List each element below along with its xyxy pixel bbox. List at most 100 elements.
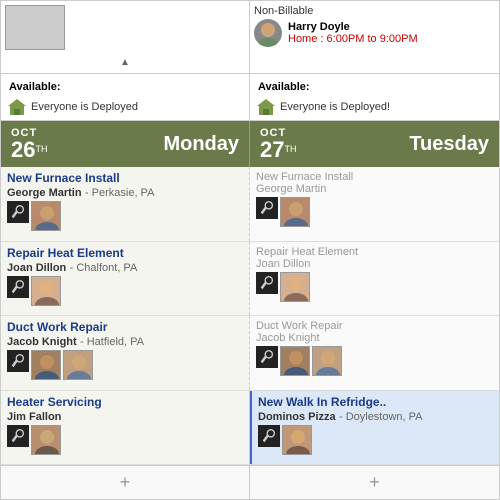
add-left-button[interactable]: + <box>1 466 250 499</box>
cal-left-suffix: TH <box>35 144 47 154</box>
left-available-row: Available: <box>7 77 243 97</box>
job-avatars-left-4 <box>7 425 243 455</box>
avatar-right-3b <box>312 346 342 376</box>
avatar-4a <box>31 425 61 455</box>
tool-icon-4 <box>7 425 29 447</box>
tool-icon-2 <box>7 276 29 298</box>
left-available: Available: Everyone is Deployed <box>1 74 250 120</box>
top-right-panel: Non-Billable Harry Doyle Home : 6:00PM t… <box>250 1 499 73</box>
add-right-button[interactable]: + <box>250 466 499 499</box>
avatar-right-4a <box>282 425 312 455</box>
cal-left-day-row: 26TH <box>11 139 47 161</box>
job-cell-right-2: Repair Heat Element Joan Dillon <box>250 242 499 316</box>
right-house-icon <box>256 97 276 117</box>
job-avatars-right-1 <box>256 197 493 227</box>
job-person-right-1: George Martin <box>256 183 493 195</box>
job-title-right-2: Repair Heat Element <box>256 246 493 258</box>
time-label: Home : <box>288 33 323 45</box>
cal-right-day-row: 27TH <box>260 139 296 161</box>
top-section: ▲ Non-Billable Harry Doyle Home : 6:00 <box>1 1 499 74</box>
calendar-header: OCT 26TH Monday OCT 27TH Tuesday <box>1 121 499 167</box>
harry-doyle-info: Harry Doyle Home : 6:00PM to 9:00PM <box>288 21 418 45</box>
harry-doyle-avatar <box>254 19 282 47</box>
job-person-left-1: George Martin <box>7 187 82 199</box>
cal-right-day: 27 <box>260 137 284 162</box>
job-avatars-right-4 <box>258 425 493 455</box>
table-row: Repair Heat Element Joan Dillon - Chalfo… <box>1 242 499 317</box>
available-section: Available: Everyone is Deployed Availabl… <box>1 74 499 121</box>
job-title-left-1: New Furnace Install <box>7 171 243 185</box>
table-row: Duct Work Repair Jacob Knight - Hatfield… <box>1 316 499 391</box>
job-avatars-right-3 <box>256 346 493 376</box>
job-avatars-left-1 <box>7 201 243 231</box>
left-house-icon <box>7 97 27 117</box>
job-person-left-2: Joan Dillon <box>7 262 66 274</box>
avatar-3b <box>63 350 93 380</box>
tool-icon-right-3 <box>256 346 278 368</box>
job-person-right-2: Joan Dillon <box>256 258 493 270</box>
job-avatars-left-2 <box>7 276 243 306</box>
right-available-status-row: Everyone is Deployed! <box>256 97 493 117</box>
avatar-3a <box>31 350 61 380</box>
job-location-left-1: - Perkasie, PA <box>85 187 155 199</box>
job-cell-left-3: Duct Work Repair Jacob Knight - Hatfield… <box>1 316 250 390</box>
job-person-location-1: George Martin - Perkasie, PA <box>7 185 243 199</box>
job-cell-right-4: New Walk In Refridge.. Dominos Pizza - D… <box>250 391 499 465</box>
job-title-right-1: New Furnace Install <box>256 171 493 183</box>
top-left-panel: ▲ <box>1 1 250 73</box>
left-available-label: Available: <box>9 81 61 93</box>
avatar-right-3a <box>280 346 310 376</box>
cal-left-dayname: Monday <box>163 133 239 156</box>
harry-doyle-time: Home : 6:00PM to 9:00PM <box>288 33 418 45</box>
cal-right-header: OCT 27TH Tuesday <box>250 121 499 167</box>
tool-icon-right-4 <box>258 425 280 447</box>
avatar-1a <box>31 201 61 231</box>
cal-right-dayname: Tuesday <box>409 133 489 156</box>
job-cell-left-4: Heater Servicing Jim Fallon <box>1 391 250 465</box>
avatar-right-2a <box>280 272 310 302</box>
avatar-right-1a <box>280 197 310 227</box>
job-title-left-4: Heater Servicing <box>7 395 243 409</box>
job-cell-right-3: Duct Work Repair Jacob Knight <box>250 316 499 390</box>
harry-doyle-name: Harry Doyle <box>288 21 418 33</box>
job-cell-left-1: New Furnace Install George Martin - Perk… <box>1 167 250 241</box>
cal-left-header: OCT 26TH Monday <box>1 121 250 167</box>
cal-right-suffix: TH <box>284 144 296 154</box>
table-row: Heater Servicing Jim Fallon New Walk In … <box>1 391 499 466</box>
job-cell-right-1: New Furnace Install George Martin <box>250 167 499 241</box>
job-person-location-3: Jacob Knight - Hatfield, PA <box>7 334 243 348</box>
right-available-row: Available: <box>256 77 493 97</box>
job-person-right-4: Dominos Pizza <box>258 411 336 423</box>
tool-icon-right-1 <box>256 197 278 219</box>
non-billable-label: Non-Billable <box>254 5 495 17</box>
avatar-2a <box>31 276 61 306</box>
cal-right-date: OCT 27TH <box>260 127 296 161</box>
cal-left-date: OCT 26TH <box>11 127 47 161</box>
job-person-left-3: Jacob Knight <box>7 336 77 348</box>
add-buttons-row: + + <box>1 465 499 499</box>
job-person-location-2: Joan Dillon - Chalfont, PA <box>7 260 243 274</box>
job-title-left-2: Repair Heat Element <box>7 246 243 260</box>
jobs-section: New Furnace Install George Martin - Perk… <box>1 167 499 465</box>
left-available-status: Everyone is Deployed <box>31 101 138 113</box>
job-location-right-4: - Doylestown, PA <box>339 411 423 423</box>
right-available: Available: Everyone is Deployed! <box>250 74 499 120</box>
tool-icon-1 <box>7 201 29 223</box>
left-available-status-row: Everyone is Deployed <box>7 97 243 117</box>
time-value: 6:00PM to 9:00PM <box>327 33 418 45</box>
right-available-status: Everyone is Deployed! <box>280 101 390 113</box>
job-location-left-2: - Chalfont, PA <box>70 262 138 274</box>
harry-doyle-row: Harry Doyle Home : 6:00PM to 9:00PM <box>254 19 495 47</box>
right-available-label: Available: <box>258 81 310 93</box>
job-title-left-3: Duct Work Repair <box>7 320 243 334</box>
job-person-right-3: Jacob Knight <box>256 332 493 344</box>
job-person-4: Jim Fallon <box>7 409 243 423</box>
job-person-left-4: Jim Fallon <box>7 411 61 423</box>
tool-icon-right-2 <box>256 272 278 294</box>
job-title-right-4: New Walk In Refridge.. <box>258 395 493 409</box>
job-location-left-3: - Hatfield, PA <box>80 336 144 348</box>
cal-left-day: 26 <box>11 137 35 162</box>
scroll-up-indicator: ▲ <box>5 56 245 69</box>
job-person-location-right-4: Dominos Pizza - Doylestown, PA <box>258 409 493 423</box>
job-title-right-3: Duct Work Repair <box>256 320 493 332</box>
